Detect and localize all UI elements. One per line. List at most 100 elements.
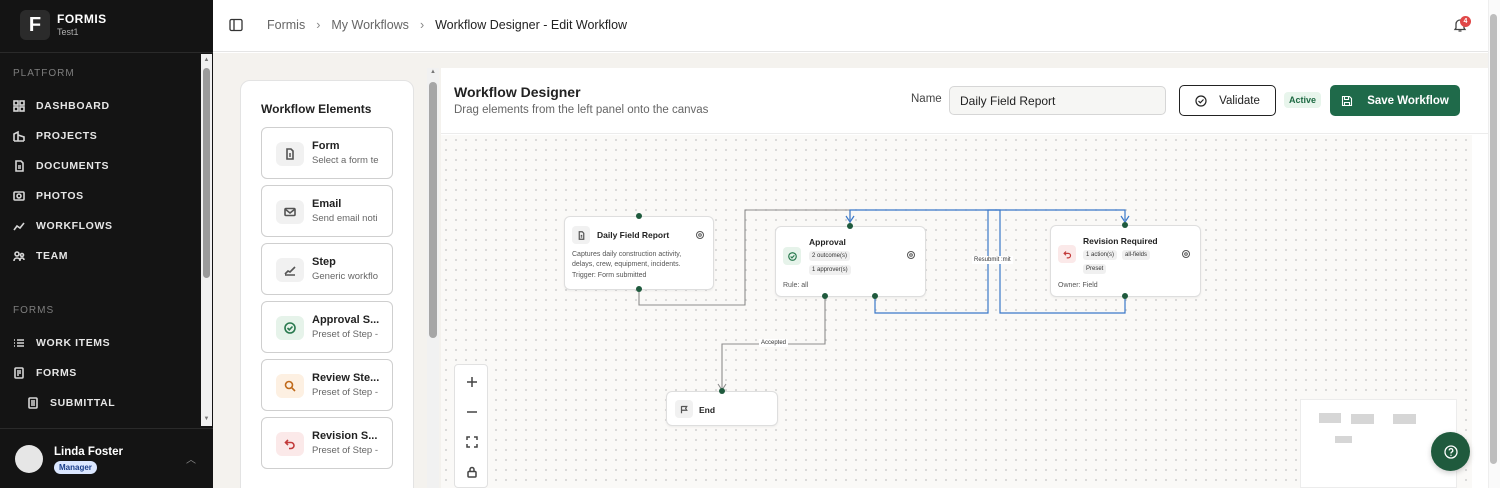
node-end[interactable]: End [666,391,778,426]
gear-icon[interactable] [906,250,916,260]
sidebar: F FORMIS Test1 PLATFORM DASHBOARD PROJEC… [0,0,213,488]
approval-icon [276,316,304,340]
node-title: Revision Required [1083,236,1158,246]
workflow-name-input[interactable] [949,86,1166,115]
save-workflow-button[interactable]: Save Workflow [1330,85,1460,116]
node-desc-line-2: delays, crew, equipment, incidents. [572,261,681,268]
name-label: Name [911,93,942,105]
preset-chip: Preset [1083,264,1107,274]
scroll-up-icon[interactable]: ▲ [203,57,210,63]
node-handle[interactable] [1122,293,1128,299]
photos-icon [13,190,25,202]
sidebar-item-projects[interactable]: PROJECTS [13,126,198,146]
node-desc-line-1: Captures daily construction activity, [572,251,682,258]
element-name: Step [312,256,336,268]
element-approval-step[interactable]: Approval S... Preset of Step - [261,301,393,353]
minimap-node [1319,413,1341,423]
validate-button[interactable]: Validate [1179,85,1276,116]
actions-chip: 1 action(s) [1083,250,1118,260]
node-handle[interactable] [872,293,878,299]
forms-icon [13,367,25,379]
node-handle[interactable] [636,286,642,292]
edge-label-resubmit: Resubmit :mit [972,256,1013,264]
panel-title: Workflow Elements [261,102,372,116]
submittal-icon [27,397,39,409]
element-form[interactable]: Form Select a form te [261,127,393,179]
sidebar-item-team[interactable]: TEAM [13,246,198,266]
sidebar-item-label: DOCUMENTS [36,160,110,172]
sidebar-item-photos[interactable]: PHOTOS [13,186,198,206]
element-name: Review Ste... [312,372,380,384]
sidebar-toggle-icon[interactable] [229,18,243,32]
node-handle[interactable] [636,213,642,219]
breadcrumb-current: Workflow Designer - Edit Workflow [435,18,628,32]
node-approval[interactable]: Approval 2 outcome(s) 1 approver(s) Rule… [775,226,926,297]
breadcrumb-formis[interactable]: Formis [267,18,305,32]
minimap-node [1351,414,1374,424]
brand-logo: F [20,10,50,40]
node-revision-required[interactable]: Revision Required 1 action(s) all-fields… [1050,225,1201,297]
designer-title: Workflow Designer [454,84,581,100]
zoom-in-button[interactable] [455,367,489,397]
page-scroll-thumb[interactable] [1490,14,1497,464]
gear-icon[interactable] [695,230,705,240]
dashboard-icon [13,100,25,112]
approvers-chip: 1 approver(s) [809,265,851,275]
brand[interactable]: F FORMIS Test1 [14,8,204,44]
element-review-step[interactable]: Review Ste... Preset of Step - [261,359,393,411]
sidebar-item-label: WORK ITEMS [36,337,111,349]
node-handle[interactable] [847,223,853,229]
element-revision-step[interactable]: Revision S... Preset of Step - [261,417,393,469]
fit-view-icon [466,436,478,448]
section-label-platform: PLATFORM [13,68,75,79]
chevron-up-icon[interactable]: ︿ [186,451,196,466]
scroll-down-icon[interactable]: ▼ [203,416,210,422]
sidebar-item-submittal[interactable]: SUBMITTAL [27,393,212,413]
review-icon [276,374,304,398]
breadcrumb: Formis › My Workflows › Workflow Designe… [267,18,627,32]
node-daily-field-report[interactable]: Daily Field Report Captures daily constr… [564,216,714,290]
element-desc: Preset of Step - [312,387,379,398]
sidebar-scroll-thumb[interactable] [203,68,210,278]
node-handle[interactable] [719,388,725,394]
lock-button[interactable] [455,457,489,487]
element-step[interactable]: Step Generic workflo [261,243,393,295]
section-label-forms: FORMS [13,305,55,316]
user-name: Linda Foster [54,446,124,458]
sidebar-item-work-items[interactable]: WORK ITEMS [13,333,198,353]
scroll-up-icon[interactable]: ▲ [429,69,437,75]
node-handle[interactable] [822,293,828,299]
fields-chip: all-fields [1122,250,1151,260]
element-name: Form [312,140,340,152]
element-desc: Preset of Step - [312,445,379,456]
minimap-node [1335,436,1352,443]
help-icon [1443,444,1458,459]
fit-view-button[interactable] [455,427,489,457]
form-icon [276,142,304,166]
sidebar-item-forms[interactable]: FORMS [13,363,198,383]
sidebar-item-label: PROJECTS [36,130,98,142]
save-icon [1342,95,1353,106]
documents-icon [13,160,25,172]
node-trigger: Trigger: Form submitted [572,272,647,279]
help-button[interactable] [1431,432,1470,471]
sidebar-item-documents[interactable]: DOCUMENTS [13,156,198,176]
sidebar-item-dashboard[interactable]: DASHBOARD [13,96,198,116]
gear-icon[interactable] [1181,249,1191,259]
node-handle[interactable] [1122,222,1128,228]
workflow-elements-panel: Workflow Elements Form Select a form te … [240,80,414,488]
panel-scroll-thumb[interactable] [429,82,437,338]
sidebar-item-label: SUBMITTAL [50,397,116,409]
zoom-out-button[interactable] [455,397,489,427]
revision-icon [276,432,304,456]
notification-badge: 4 [1460,16,1471,27]
revision-icon [1058,245,1076,263]
sidebar-item-workflows[interactable]: WORKFLOWS [13,216,198,236]
sidebar-item-label: TEAM [36,250,69,262]
node-title: Approval [809,237,846,247]
user-menu[interactable]: Linda Foster Manager ︿ [0,428,213,488]
breadcrumb-my-workflows[interactable]: My Workflows [331,18,409,32]
brand-name: FORMIS [57,12,107,26]
node-title: End [699,405,716,415]
element-email[interactable]: Email Send email noti [261,185,393,237]
